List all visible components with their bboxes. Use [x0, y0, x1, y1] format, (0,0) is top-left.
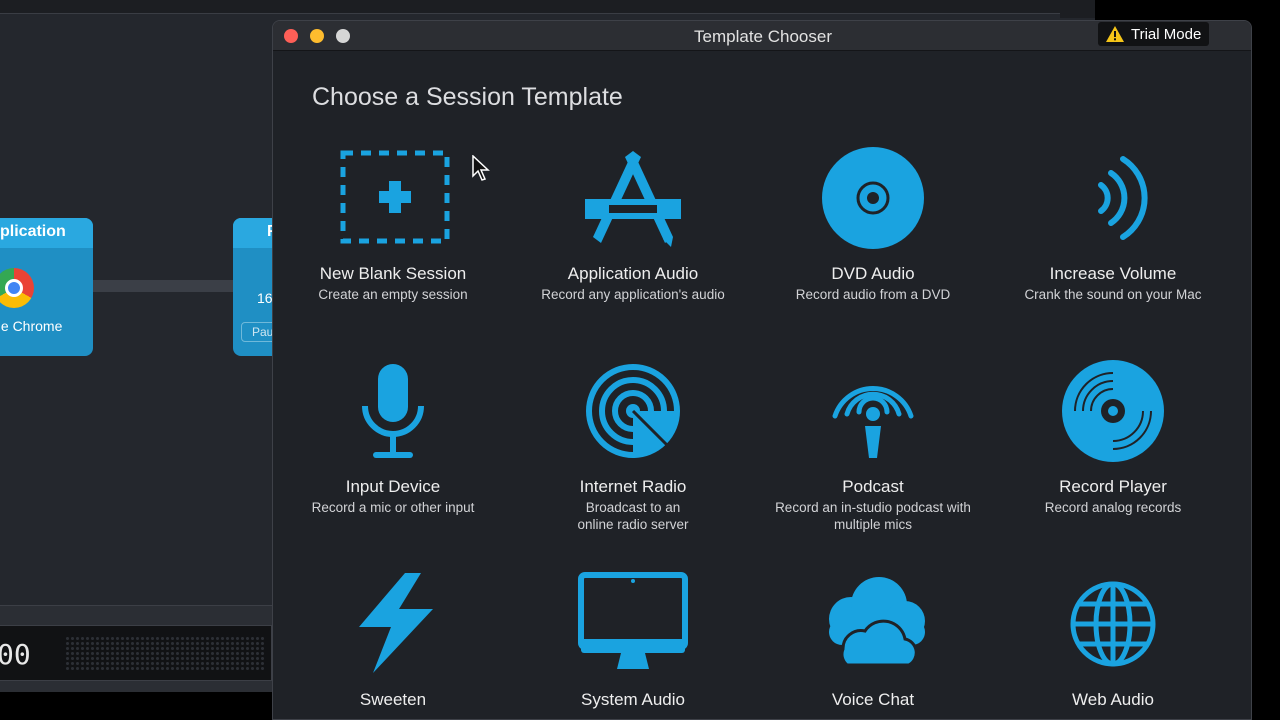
source-node-application[interactable]: plication gle Chrome — [0, 218, 93, 356]
template-title: Web Audio — [1072, 690, 1154, 709]
background-toolbar — [0, 0, 1095, 14]
timer-display: 00 — [0, 625, 272, 681]
template-application-audio[interactable]: Application Audio Record any application… — [513, 143, 753, 303]
internet-radio-icon — [573, 356, 693, 466]
template-title: Application Audio — [567, 264, 699, 283]
second-node-value: 16 — [257, 290, 273, 306]
template-record-player[interactable]: Record Player Record analog records — [993, 356, 1233, 516]
audio-wire — [90, 280, 240, 292]
template-description: Broadcast to an online radio server — [577, 500, 689, 532]
template-voice-chat[interactable]: Voice Chat — [753, 569, 993, 712]
template-title: System Audio — [581, 690, 685, 709]
template-increase-volume[interactable]: Increase Volume Crank the sound on your … — [993, 143, 1233, 303]
template-dvd-audio[interactable]: DVD Audio Record audio from a DVD — [753, 143, 993, 303]
background-toolbar-edge — [1060, 0, 1095, 18]
trial-mode-label: Trial Mode — [1131, 25, 1202, 43]
template-description: Create an empty session — [318, 287, 468, 302]
source-node-app-name: gle Chrome — [0, 318, 63, 334]
source-node-header: plication — [0, 218, 93, 248]
mouse-pointer-icon — [472, 155, 490, 181]
podcast-icon — [813, 356, 933, 466]
speaker-grille — [65, 636, 265, 672]
record-player-icon — [1053, 356, 1173, 466]
page-title: Choose a Session Template — [312, 83, 623, 111]
monitor-icon — [573, 569, 693, 679]
microphone-icon — [333, 356, 453, 466]
title-bar[interactable]: Template Chooser Trial Mode — [273, 21, 1251, 51]
template-title: Sweeten — [359, 690, 427, 709]
dvd-icon — [813, 143, 933, 253]
template-description: Record a mic or other input — [311, 500, 475, 515]
template-description: Record an in-studio podcast with multipl… — [775, 500, 971, 532]
template-podcast[interactable]: Podcast Record an in-studio podcast with… — [753, 356, 993, 533]
template-internet-radio[interactable]: Internet Radio Broadcast to an online ra… — [513, 356, 753, 533]
trial-mode-badge[interactable]: Trial Mode — [1098, 22, 1210, 46]
template-input-device[interactable]: Input Device Record a mic or other input — [273, 356, 513, 516]
template-description: Record analog records — [1044, 500, 1182, 515]
template-title: Increase Volume — [1049, 264, 1177, 283]
increase-volume-icon — [1053, 143, 1173, 253]
chrome-icon — [0, 268, 34, 308]
template-title: DVD Audio — [831, 264, 915, 283]
warning-icon — [1106, 26, 1124, 42]
template-description: Crank the sound on your Mac — [1024, 287, 1202, 302]
template-title: Input Device — [345, 477, 441, 496]
timer-text: 00 — [0, 638, 31, 671]
template-system-audio[interactable]: System Audio — [513, 569, 753, 712]
cloud-icon — [813, 569, 933, 679]
lightning-icon — [333, 569, 453, 679]
template-sweeten[interactable]: Sweeten — [273, 569, 513, 712]
application-audio-icon — [573, 143, 693, 253]
template-title: Record Player — [1059, 477, 1167, 496]
template-description: Record audio from a DVD — [795, 287, 951, 302]
template-description: Record any application's audio — [541, 287, 725, 302]
globe-icon — [1053, 569, 1173, 679]
template-title: Internet Radio — [579, 477, 687, 496]
new-session-icon — [333, 143, 453, 253]
template-title: Podcast — [842, 477, 904, 496]
template-title: New Blank Session — [319, 264, 467, 283]
template-title: Voice Chat — [831, 690, 915, 709]
template-chooser-window: Template Chooser Trial Mode Choose a Ses… — [272, 20, 1252, 720]
template-web-audio[interactable]: Web Audio — [993, 569, 1233, 712]
